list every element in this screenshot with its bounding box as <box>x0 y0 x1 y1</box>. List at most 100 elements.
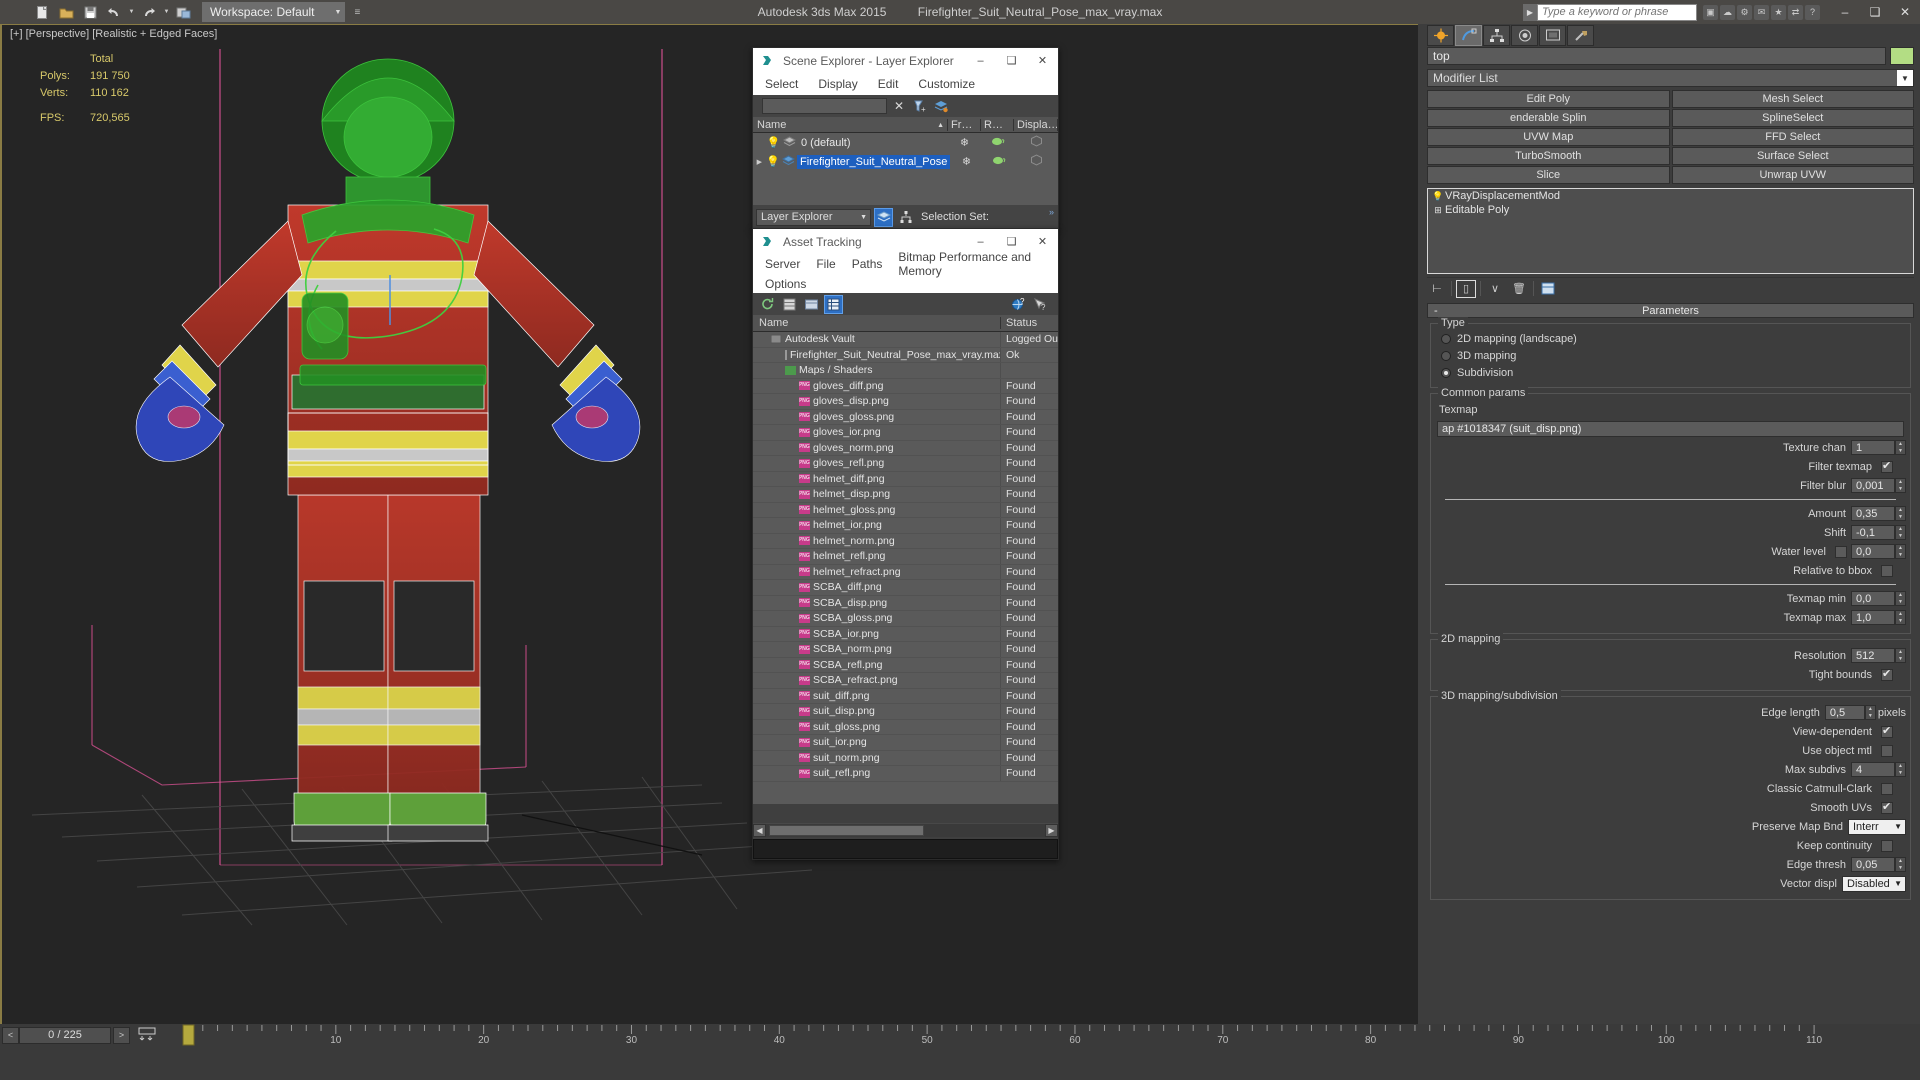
column-header-display[interactable]: Displa… <box>1014 118 1058 131</box>
table-row[interactable]: PNG suit_diff.png Found <box>753 688 1058 704</box>
table-row[interactable]: PNG suit_gloss.png Found <box>753 719 1058 735</box>
modifier-button-mesh-select[interactable]: Mesh Select <box>1671 90 1914 108</box>
radio-subdivision-icon[interactable] <box>1441 368 1451 378</box>
menu-options[interactable]: Options <box>765 277 806 291</box>
parameters-rollout-header[interactable]: - Parameters <box>1427 303 1914 318</box>
amount-field[interactable]: 0,35 <box>1851 506 1895 521</box>
share-icon[interactable]: ⇄ <box>1788 4 1803 20</box>
scene-explorer-maximize-button[interactable]: ❑ <box>996 48 1027 73</box>
modifier-button-unwrap-uvw[interactable]: Unwrap UVW <box>1671 166 1914 184</box>
table-row[interactable]: Firefighter_Suit_Neutral_Pose_max_vray.m… <box>753 347 1058 363</box>
layer-view-toggle-icon[interactable] <box>874 207 893 227</box>
texmap-min-field[interactable]: 0,0 <box>1851 591 1895 606</box>
table-row[interactable]: PNG helmet_ior.png Found <box>753 518 1058 534</box>
filter-blur-field[interactable]: 0,001 <box>1851 478 1895 493</box>
tab-display[interactable] <box>1539 24 1566 46</box>
water-level-spinner[interactable]: ▲ ▼ <box>1895 544 1906 559</box>
preserve-map-bnd-dropdown[interactable]: Interr ▼ <box>1848 818 1906 835</box>
table-row[interactable]: PNG helmet_disp.png Found <box>753 487 1058 503</box>
freeze-toggle-icon[interactable]: ❄ <box>950 155 982 168</box>
asset-tracking-window[interactable]: Asset Tracking – ❑ ✕ Server File Paths B… <box>752 228 1059 860</box>
modifier-stack-item[interactable]: ⊞ Editable Poly <box>1428 203 1913 217</box>
viewport[interactable]: [+] [Perspective] [Realistic + Edged Fac… <box>0 24 1418 1024</box>
scene-explorer-window[interactable]: Scene Explorer - Layer Explorer – ❑ ✕ Se… <box>752 47 1059 230</box>
menu-paths[interactable]: Paths <box>852 257 883 271</box>
freeze-toggle-icon[interactable]: ❄ <box>948 136 981 149</box>
table-row[interactable]: PNG SCBA_gloss.png Found <box>753 611 1058 627</box>
radio-3d-mapping-row[interactable]: 3D mapping <box>1435 348 1906 364</box>
table-row[interactable]: PNG gloves_ior.png Found <box>753 425 1058 441</box>
quick-search[interactable]: ▶ <box>1523 3 1697 21</box>
table-row[interactable]: PNG suit_norm.png Found <box>753 750 1058 766</box>
classic-catmull-clark-checkbox[interactable] <box>1881 782 1893 795</box>
lightbulb-icon[interactable]: 💡 <box>766 155 781 168</box>
table-row[interactable]: PNG SCBA_disp.png Found <box>753 595 1058 611</box>
lightbulb-icon[interactable]: 💡 <box>1431 191 1445 202</box>
help-icon[interactable]: ? <box>1805 4 1820 20</box>
display-box-icon[interactable] <box>1015 154 1058 169</box>
make-unique-icon[interactable]: ∨ <box>1485 280 1505 298</box>
smooth-uvs-checkbox[interactable] <box>1881 800 1893 814</box>
redo-dropdown-icon[interactable]: ▼ <box>162 2 171 23</box>
table-row[interactable]: PNG suit_refl.png Found <box>753 766 1058 782</box>
modifier-button-ffd-select[interactable]: FFD Select <box>1671 128 1914 146</box>
shift-spinner[interactable]: ▲ ▼ <box>1895 525 1906 540</box>
modifier-button-uvw-map[interactable]: UVW Map <box>1427 128 1670 146</box>
view-dependent-checkbox[interactable] <box>1881 724 1893 738</box>
water-level-checkbox[interactable] <box>1835 545 1847 558</box>
undo-icon[interactable] <box>103 2 125 23</box>
texture-channel-field[interactable]: 1 <box>1851 440 1895 455</box>
table-row[interactable]: PNG SCBA_norm.png Found <box>753 642 1058 658</box>
use-object-mtl-checkbox[interactable] <box>1881 744 1893 757</box>
texmap-button-row[interactable]: ap #1018347 (suit_disp.png) <box>1435 420 1906 437</box>
layer-row-firefighter[interactable]: ▶ 💡 Firefighter_Suit_Neutral_Pose ❄ <box>753 152 1058 171</box>
workspace-menu-icon[interactable]: ≡ <box>349 2 365 22</box>
search-input[interactable] <box>1537 3 1697 21</box>
column-header-name[interactable]: Name ▲ <box>753 118 948 131</box>
scene-explorer-list[interactable]: 💡 0 (default) ❄ ▶ 💡 Firefighter_Suit_Neu… <box>753 133 1058 208</box>
table-row[interactable]: Autodesk Vault Logged Ou <box>753 332 1058 348</box>
next-frame-button[interactable]: > <box>113 1026 130 1044</box>
modifier-button-enderable-splin[interactable]: enderable Splin <box>1427 109 1670 127</box>
refresh-icon[interactable] <box>758 295 777 314</box>
radio-subdivision-row[interactable]: Subdivision <box>1435 365 1906 381</box>
modifier-button-grid[interactable]: Edit Poly Mesh Select enderable Splin Splin… <box>1427 90 1914 184</box>
table-row[interactable]: PNG gloves_disp.png Found <box>753 394 1058 410</box>
command-panel[interactable]: Modifier List ▼ Edit PolyMesh Selectende… <box>1421 24 1920 1024</box>
tab-motion[interactable] <box>1511 24 1538 46</box>
cloud-icon[interactable]: ☁ <box>1720 4 1735 20</box>
context-help-icon[interactable]: ? <box>1031 295 1050 314</box>
open-file-icon[interactable] <box>55 2 77 23</box>
table-row[interactable]: PNG helmet_norm.png Found <box>753 533 1058 549</box>
keep-continuity-checkbox[interactable] <box>1881 839 1893 852</box>
minimize-button[interactable]: – <box>1830 0 1860 24</box>
table-row[interactable]: Maps / Shaders <box>753 363 1058 379</box>
radio-2d-mapping-row[interactable]: 2D mapping (landscape) <box>1435 331 1906 347</box>
vector-displ-dropdown[interactable]: Disabled ▼ <box>1842 875 1906 892</box>
table-row[interactable]: PNG suit_ior.png Found <box>753 735 1058 751</box>
scroll-thumb[interactable] <box>769 824 924 836</box>
edge-thresh-spinner[interactable]: ▲ ▼ <box>1895 857 1906 872</box>
configure-modifier-sets-icon[interactable] <box>1538 280 1558 298</box>
time-slider[interactable] <box>182 1024 195 1046</box>
timeline-ruler[interactable]: 0102030405060708090100110 <box>158 1024 1920 1046</box>
table-row[interactable]: PNG SCBA_refract.png Found <box>753 673 1058 689</box>
new-file-icon[interactable] <box>31 2 53 23</box>
star-icon[interactable]: ★ <box>1771 4 1786 20</box>
remove-modifier-icon[interactable]: 🗑 <box>1509 280 1529 298</box>
object-name-input[interactable] <box>1427 47 1886 65</box>
expand-arrow-icon[interactable]: ▶ <box>753 158 766 166</box>
texmap-min-spinner[interactable]: ▲ ▼ <box>1895 591 1906 606</box>
close-button[interactable]: ✕ <box>1890 0 1920 24</box>
help-globe-icon[interactable]: ? <box>1009 295 1028 314</box>
table-row[interactable]: PNG helmet_gloss.png Found <box>753 502 1058 518</box>
undo-dropdown-icon[interactable]: ▼ <box>127 2 136 23</box>
rollout-collapse-icon[interactable]: - <box>1434 305 1438 317</box>
column-header-status[interactable]: Status <box>1001 317 1058 329</box>
table-row[interactable]: PNG helmet_refract.png Found <box>753 564 1058 580</box>
resolution-field[interactable]: 512 <box>1851 648 1895 663</box>
max-subdivs-field[interactable]: 4 <box>1851 762 1895 777</box>
texmap-max-spinner[interactable]: ▲ ▼ <box>1895 610 1906 625</box>
amount-spinner[interactable]: ▲ ▼ <box>1895 506 1906 521</box>
menu-customize[interactable]: Customize <box>918 77 975 91</box>
